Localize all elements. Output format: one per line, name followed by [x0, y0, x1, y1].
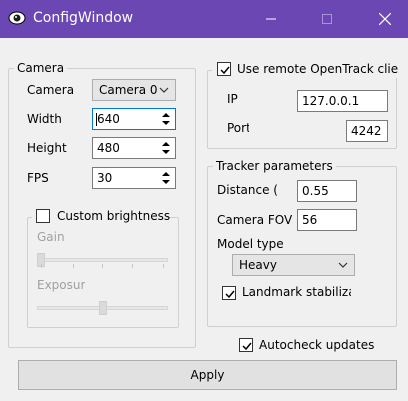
remote-group-header: Use remote OpenTrack client [212, 60, 398, 78]
port-label: Port [227, 121, 249, 135]
fov-label: Camera FOV [217, 213, 293, 227]
distance-value: 0.55 [302, 184, 329, 198]
exposure-label: Exposure [37, 278, 85, 292]
ip-value: 127.0.0.1 [302, 94, 360, 108]
spin-arrows-icon[interactable] [158, 110, 174, 128]
custom-brightness-header: Custom brightness [32, 208, 170, 226]
close-icon [379, 13, 391, 25]
minimize-button[interactable] [248, 0, 294, 38]
gain-label: Gain [37, 230, 65, 244]
apply-button[interactable]: Apply [18, 360, 397, 390]
custom-brightness-label: Custom brightness [57, 209, 171, 223]
height-label: Height [27, 141, 67, 155]
exposure-slider-thumb[interactable] [98, 301, 107, 315]
use-remote-label: Use remote OpenTrack client [237, 62, 398, 76]
model-type-label: Model type [217, 237, 284, 251]
tracker-group-title: Tracker parameters [213, 159, 336, 173]
port-value: 4242 [351, 124, 382, 138]
camera-select-label: Camera [27, 83, 75, 97]
width-label: Width [27, 112, 62, 126]
model-type-select[interactable]: Heavy [232, 254, 355, 276]
tick [163, 264, 164, 268]
ip-input[interactable]: 127.0.0.1 [297, 90, 388, 112]
height-spinbox[interactable]: 480 [92, 137, 176, 159]
fov-value: 56 [302, 213, 318, 227]
model-type-value: Heavy [239, 258, 277, 272]
tick [132, 264, 133, 268]
maximize-button[interactable] [304, 0, 350, 38]
chevron-down-icon [159, 87, 169, 93]
fps-spinbox[interactable]: 30 [92, 167, 176, 189]
app-eye-icon [8, 11, 26, 25]
checkmark-icon [220, 66, 230, 75]
port-input[interactable]: 4242 [346, 120, 388, 142]
spin-arrows-icon[interactable] [158, 139, 174, 157]
checkmark-icon [242, 342, 252, 351]
distance-input[interactable]: 0.55 [297, 180, 357, 202]
autocheck-updates-label: Autocheck updates [259, 338, 375, 352]
chevron-down-icon [338, 262, 348, 268]
fps-value: 30 [97, 171, 113, 185]
spin-arrows-icon[interactable] [158, 169, 174, 187]
camera-select-value: Camera 0 [99, 83, 158, 97]
fov-input[interactable]: 56 [297, 209, 357, 231]
landmark-stabilization-label: Landmark stabilization [242, 285, 351, 299]
checkmark-icon [225, 290, 235, 299]
tick [73, 264, 74, 268]
distance-label: Distance (m) [217, 183, 279, 197]
title-bar[interactable]: ConfigWindow [0, 0, 408, 38]
gain-slider-track[interactable] [37, 258, 168, 262]
custom-brightness-checkbox[interactable] [36, 209, 50, 223]
ip-label: IP [227, 92, 238, 106]
autocheck-updates-checkbox[interactable] [239, 338, 253, 352]
camera-group-title: Camera [14, 61, 68, 75]
gain-ticks [37, 264, 168, 268]
tick [41, 264, 42, 268]
minimize-icon [266, 18, 276, 20]
use-remote-checkbox[interactable] [217, 62, 231, 76]
camera-select[interactable]: Camera 0 [92, 79, 176, 101]
window-title: ConfigWindow [33, 10, 134, 26]
apply-button-label: Apply [190, 368, 225, 382]
height-value: 480 [97, 141, 120, 155]
width-value: 640 [97, 112, 120, 126]
width-spinbox[interactable]: 640 [92, 108, 176, 130]
fps-label: FPS [27, 171, 49, 185]
tick [102, 264, 103, 268]
close-button[interactable] [362, 0, 408, 38]
maximize-icon [322, 14, 332, 24]
landmark-stabilization-checkbox[interactable] [222, 286, 236, 300]
